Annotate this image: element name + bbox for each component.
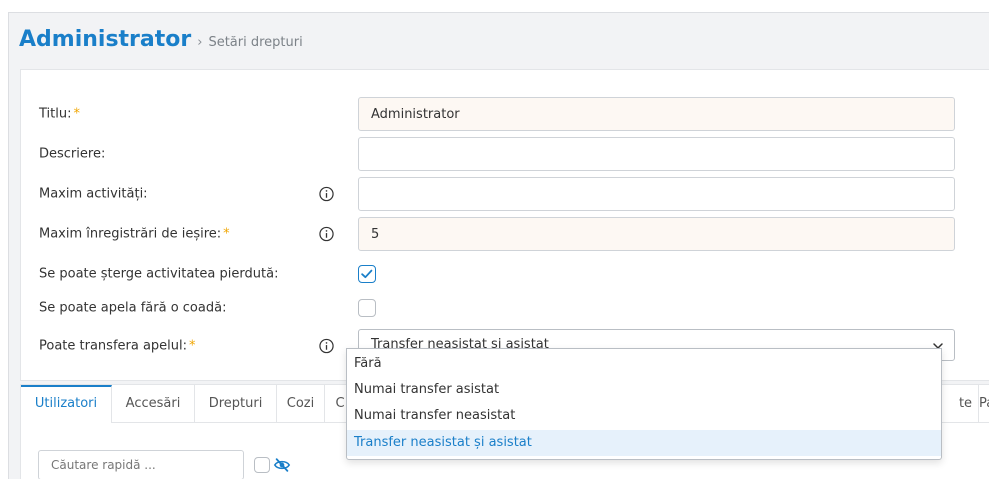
eye-slash-icon[interactable] [273,456,291,474]
description-input[interactable] [358,137,955,171]
title-input[interactable] [358,97,955,131]
option-assisted-only[interactable]: Numai transfer asistat [347,377,941,403]
tab-cozi[interactable]: Cozi [277,385,325,423]
required-mark: * [189,338,196,354]
call-without-queue-checkbox[interactable] [358,299,376,317]
breadcrumb-separator: › [197,35,203,50]
transfer-options-dropdown: Fără Numai transfer asistat Numai transf… [346,348,942,460]
option-unassisted-only[interactable]: Numai transfer neasistat [347,403,941,429]
form-row-can-delete-lost: Se poate șterge activitatea pierdută: [21,257,989,291]
form-row-call-without-queue: Se poate apela fără o coadă: [21,291,989,325]
required-mark: * [73,106,80,122]
tab-partial-edge[interactable]: Pa [979,385,989,423]
can-delete-lost-checkbox[interactable] [358,265,376,283]
info-icon[interactable] [319,226,334,242]
info-icon[interactable] [319,186,334,202]
tab-accesari[interactable]: Accesări [112,385,195,423]
form-row-description: Descriere: [21,137,989,171]
form-row-title: Titlu: * [21,97,989,131]
option-unassisted-and-assisted[interactable]: Transfer neasistat și asistat [347,430,941,456]
required-mark: * [223,226,230,242]
form-row-max-activities: Maxim activități: [21,177,989,211]
can-delete-lost-label: Se poate șterge activitatea pierdută: [39,266,279,282]
title-label: Titlu: * [39,106,80,122]
max-activities-label: Maxim activități: [39,186,148,202]
quick-search-input[interactable] [38,450,244,479]
info-icon[interactable] [319,338,334,354]
show-hidden-checkbox[interactable] [254,457,270,473]
tab-utilizatori[interactable]: Utilizatori [21,385,112,423]
page-title[interactable]: Administrator [19,27,191,52]
description-label: Descriere: [39,146,106,162]
tab-drepturi[interactable]: Drepturi [195,385,277,423]
option-none[interactable]: Fără [347,351,941,377]
tab-partial-right[interactable]: te [953,385,979,423]
breadcrumb: Administrator › Setări drepturi [19,27,303,52]
call-without-queue-label: Se poate apela fără o coadă: [39,300,227,316]
max-outgoing-input[interactable] [358,217,955,251]
rights-form: Titlu:* Descriere: Maxim activități: Max… [20,69,989,381]
max-outgoing-label: Maxim înregistrări de ieșire: * [39,226,230,242]
max-activities-input[interactable] [358,177,955,211]
breadcrumb-current: Setări drepturi [208,35,303,50]
transfer-label: Poate transfera apelul: * [39,338,196,354]
form-row-max-outgoing: Maxim înregistrări de ieșire: * [21,217,989,251]
checkmark-icon [361,269,373,279]
